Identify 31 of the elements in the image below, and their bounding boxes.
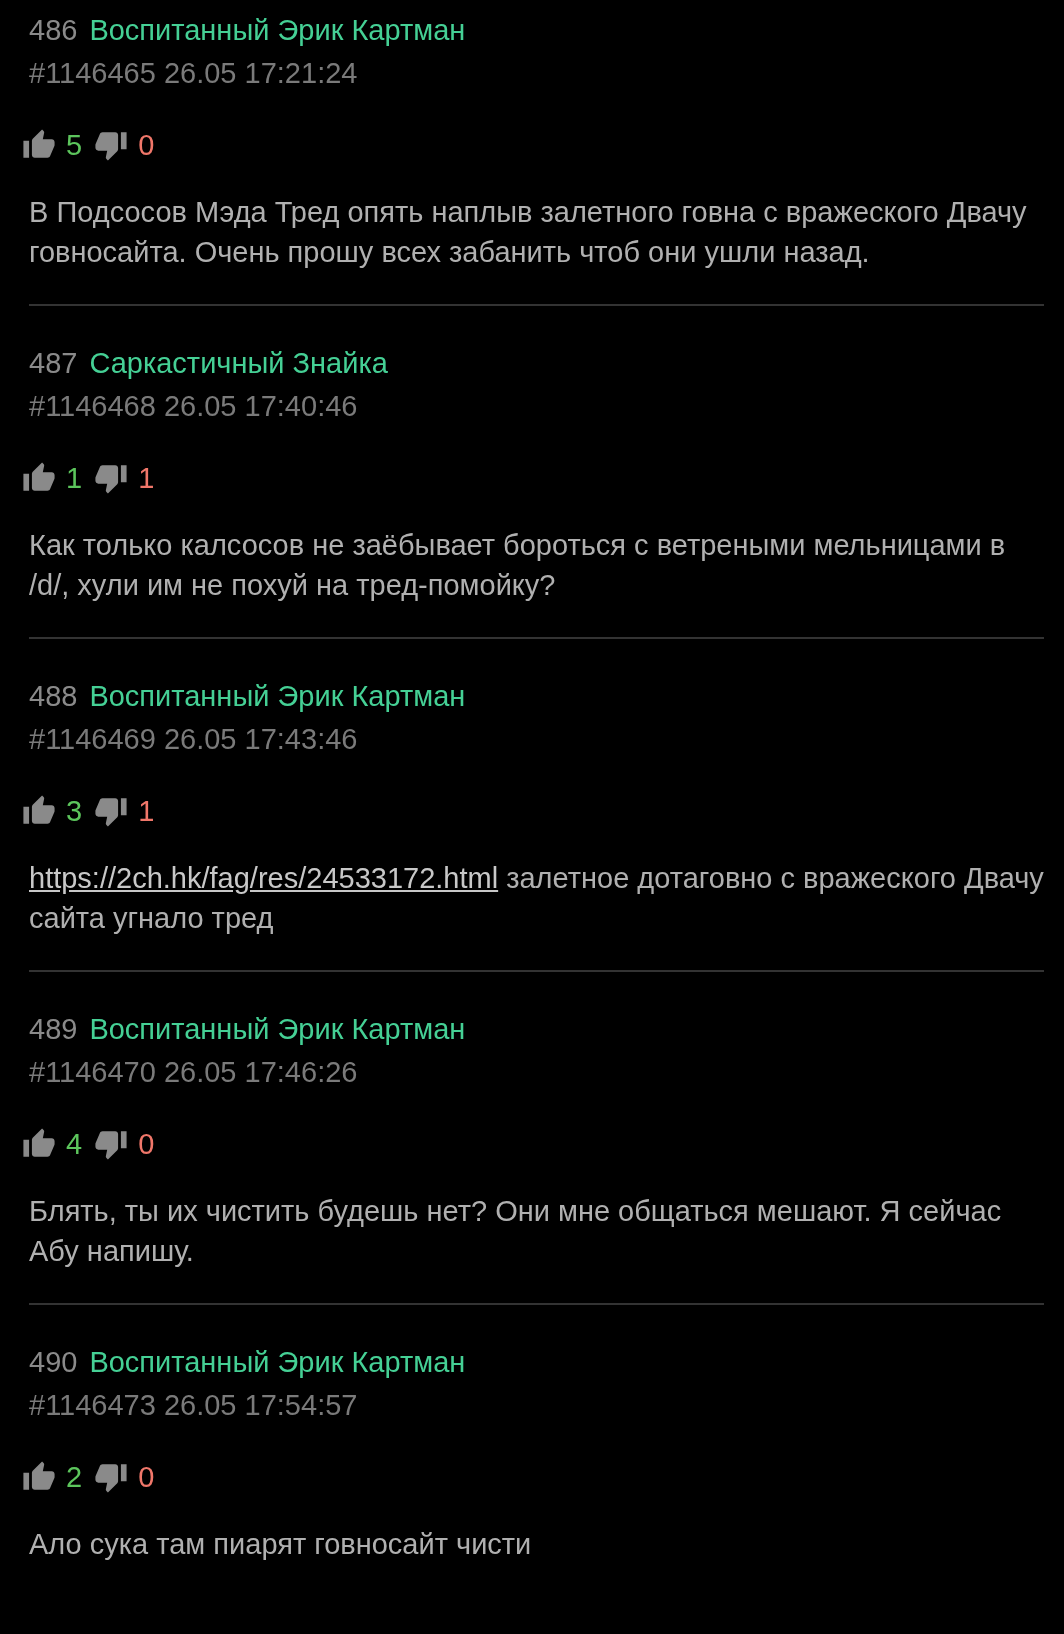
post-number: 486 [29, 14, 78, 46]
post-number: 487 [29, 347, 78, 379]
dislike-count: 1 [138, 794, 155, 828]
author-name[interactable]: Воспитанный Эрик Картман [89, 1013, 466, 1045]
post-link[interactable]: https://2ch.hk/fag/res/24533172.html [29, 862, 499, 894]
dislike-count: 1 [138, 461, 155, 495]
post-meta: #1146465 26.05 17:21:24 [29, 56, 359, 91]
author-name[interactable]: Воспитанный Эрик Картман [89, 1346, 466, 1378]
dislike-count: 0 [138, 1127, 155, 1161]
author-name[interactable]: Воспитанный Эрик Картман [89, 14, 466, 46]
author-name[interactable]: Воспитанный Эрик Картман [89, 680, 466, 712]
post-meta: #1146468 26.05 17:40:46 [29, 389, 359, 424]
like-count: 5 [66, 128, 83, 162]
author-name[interactable]: Саркастичный Знайка [89, 347, 388, 379]
post-text: Ало сука там пиарят говносайт чисти [29, 1527, 533, 1562]
dislike-count: 0 [138, 128, 155, 162]
post-number: 490 [29, 1346, 78, 1378]
post-text: https://2ch.hk/fag/res/24533172.html залетное дотаговно с вражеского Двачу сайта угнало тред [29, 861, 1044, 936]
post-text: Как только калсосов не заёбывает бороться с ветреными мельницами в /d/, хули им не похуй на тред-помойку? [29, 528, 1007, 603]
like-count: 3 [66, 794, 83, 828]
dislike-count: 0 [138, 1460, 155, 1494]
post-meta: #1146469 26.05 17:43:46 [29, 722, 359, 757]
post-number: 488 [29, 680, 78, 712]
like-count: 1 [66, 461, 83, 495]
post-meta: #1146470 26.05 17:46:26 [29, 1055, 359, 1090]
post-number: 489 [29, 1013, 78, 1045]
post-meta: #1146473 26.05 17:54:57 [29, 1388, 359, 1423]
post-text: В Подсосов Мэда Тред опять наплыв залетного говна с вражеского Двачу говносайта. Очень прошу всех забанить чтоб они ушли назад. [29, 195, 1028, 270]
post-text: Блять, ты их чистить будешь нет? Они мне общаться мешают. Я сейчас Абу напишу. [29, 1194, 1003, 1269]
like-count: 2 [66, 1460, 83, 1494]
like-count: 4 [66, 1127, 83, 1161]
